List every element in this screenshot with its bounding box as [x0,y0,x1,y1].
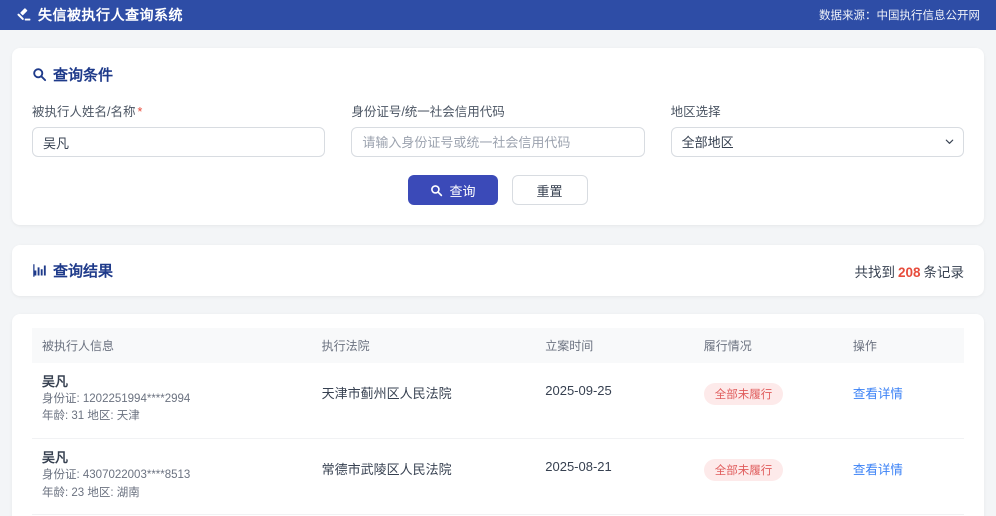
app-title: 失信被执行人查询系统 [38,7,183,23]
action-cell: 查看详情 [842,438,964,516]
page-body: 查询条件 被执行人姓名/名称* 身份证号/统一社会信用代码 地区选择 全部地区 [0,48,996,516]
court-cell: 天津市蓟州区人民法院 [311,363,536,440]
gavel-icon [16,7,31,23]
column-header-court: 执行法院 [311,328,536,363]
name-input[interactable] [32,127,326,157]
id-field-group: 身份证号/统一社会信用代码 [351,101,645,157]
id-field-label: 身份证号/统一社会信用代码 [351,105,505,119]
person-cell: 吴凡 身份证: 4307022003****8513 年龄: 23 地区: 湖南 [32,438,312,516]
view-detail-link[interactable]: 查看详情 [853,463,903,477]
bar-chart-icon [32,263,47,278]
record-count-prefix: 共找到 [854,264,895,280]
app-brand: 失信被执行人查询系统 [16,5,183,25]
region-field-group: 地区选择 全部地区 [670,101,964,157]
search-button-icon [430,184,443,197]
status-cell: 全部未履行 [693,363,843,440]
name-field-label: 被执行人姓名/名称 * [32,101,325,120]
person-meta: 年龄: 23 地区: 湖南 [42,486,140,499]
data-source-note: 数据来源：中国执行信息公开网 [819,10,980,22]
required-mark: * [137,105,143,119]
region-select[interactable]: 全部地区 [670,127,964,157]
status-badge: 全部未履行 [703,459,784,482]
reset-button-label: 重置 [536,183,563,199]
column-header-person: 被执行人信息 [32,328,312,363]
query-buttons: 查询 重置 [32,175,964,205]
status-badge: 全部未履行 [703,383,784,405]
region-select-wrap: 全部地区 [670,127,964,157]
query-fields: 被执行人姓名/名称* 身份证号/统一社会信用代码 地区选择 全部地区 [32,101,964,157]
results-table-head: 被执行人信息 执行法院 立案时间 履行情况 操作 [32,328,964,363]
table-row: 吴凡 身份证: 4307022003****8513 年龄: 23 地区: 湖南… [32,438,964,516]
search-icon [32,67,47,82]
record-count-number: 208 [897,264,921,280]
name-field-group: 被执行人姓名/名称 * [32,101,326,157]
results-table-header-row: 被执行人信息 执行法院 立案时间 履行情况 操作 [32,328,964,363]
column-header-action: 操作 [842,328,964,363]
person-cell: 吴凡 身份证: 1202251994****2994 年龄: 31 地区: 天津 [32,363,312,440]
date-cell: 2025-08-21 [535,438,694,516]
record-count: 共找到 208 条记录 [854,261,964,281]
topbar: 失信被执行人查询系统 数据来源：中国执行信息公开网 [0,0,996,30]
results-table: 被执行人信息 执行法院 立案时间 履行情况 操作 吴凡 身份证: 1202251… [32,328,964,516]
query-section-title-text: 查询条件 [53,67,114,84]
results-table-card: 被执行人信息 执行法院 立案时间 履行情况 操作 吴凡 身份证: 1202251… [12,314,984,516]
column-header-date: 立案时间 [535,328,694,363]
column-header-status: 履行情况 [693,328,843,363]
person-id: 身份证: 4307022003****8513 [42,468,191,481]
person-name: 吴凡 [42,374,69,389]
id-input[interactable] [351,127,645,157]
results-header-card: 查询结果 共找到 208 条记录 [12,245,984,296]
results-section-title: 查询结果 [32,260,113,281]
date-cell: 2025-09-25 [535,363,694,440]
query-section-title: 查询条件 [32,64,964,85]
person-meta: 年龄: 31 地区: 天津 [42,410,140,423]
name-field-label-text: 被执行人姓名/名称 [32,105,136,119]
person-id: 身份证: 1202251994****2994 [42,392,191,405]
reset-button[interactable]: 重置 [511,175,588,205]
action-cell: 查看详情 [842,363,964,440]
view-detail-link[interactable]: 查看详情 [853,387,903,401]
search-button[interactable]: 查询 [408,175,498,205]
results-table-body: 吴凡 身份证: 1202251994****2994 年龄: 31 地区: 天津… [32,363,964,516]
status-cell: 全部未履行 [693,438,843,516]
region-field-label: 地区选择 [670,105,721,119]
results-section-title-text: 查询结果 [53,263,114,280]
record-count-suffix: 条记录 [923,264,965,280]
query-card: 查询条件 被执行人姓名/名称* 身份证号/统一社会信用代码 地区选择 全部地区 [12,48,984,225]
court-cell: 常德市武陵区人民法院 [311,438,536,516]
table-row: 吴凡 身份证: 1202251994****2994 年龄: 31 地区: 天津… [32,363,964,440]
person-name: 吴凡 [42,450,69,466]
search-button-label: 查询 [449,183,476,199]
